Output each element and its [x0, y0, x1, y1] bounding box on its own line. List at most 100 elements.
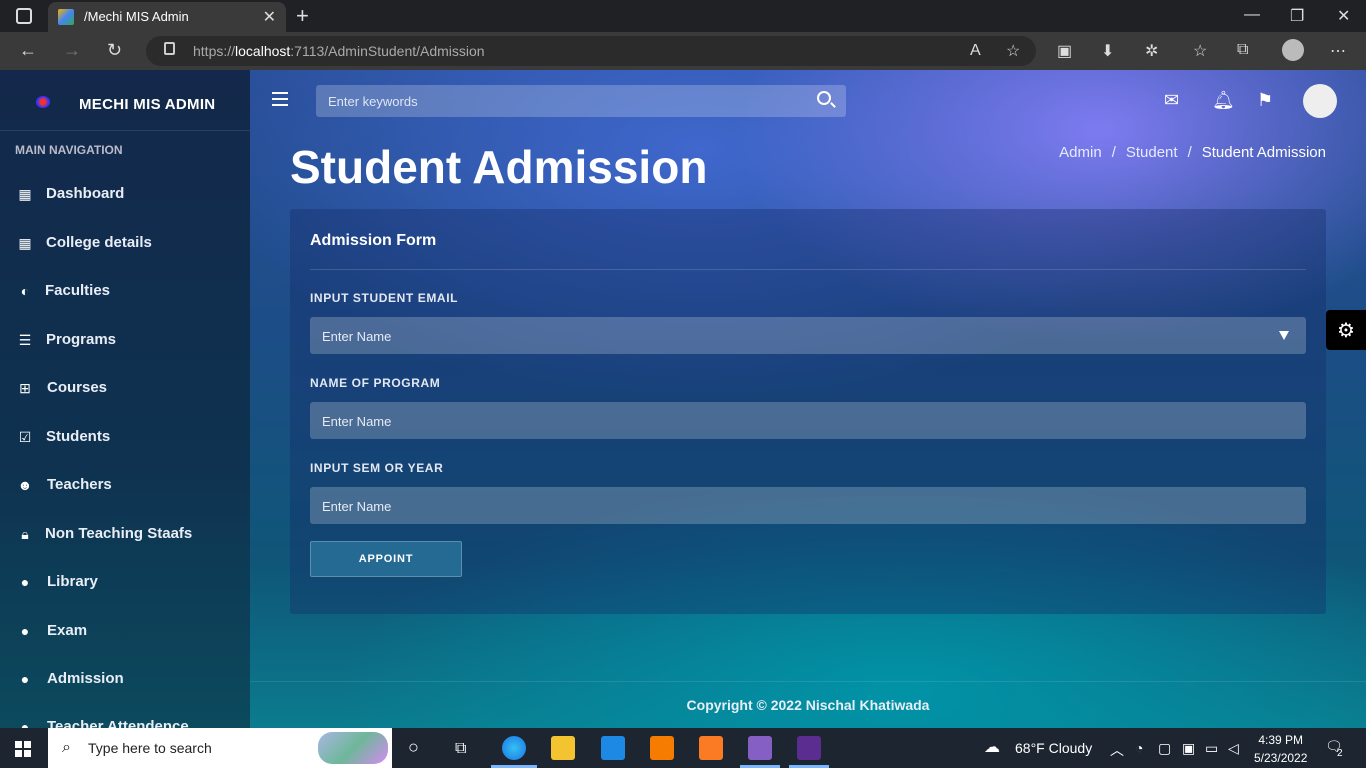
restore-icon[interactable]: ❐	[1290, 6, 1304, 26]
logo-icon	[36, 96, 50, 108]
date: 5/23/2022	[1254, 751, 1308, 765]
student-email-placeholder: Enter Name	[322, 329, 392, 344]
sidebar-item-label: Students	[46, 428, 111, 445]
sidebar-item-dashboard[interactable]: ▦ Dashboard	[0, 180, 250, 216]
more-menu-icon[interactable]: ⋯	[1330, 41, 1346, 61]
url-scheme: https://	[193, 43, 236, 59]
taskbar-search-input[interactable]: ⌕ Type here to search	[48, 728, 392, 768]
meet-icon[interactable]: ▢	[1158, 740, 1171, 757]
terminal-icon[interactable]	[797, 736, 821, 760]
sidebar: MECHI MIS ADMIN MAIN NAVIGATION ▦ Dashbo…	[0, 70, 250, 728]
program-name-input[interactable]: Enter Name	[310, 402, 1306, 439]
xampp-icon[interactable]	[699, 736, 723, 760]
sidebar-item-teachers[interactable]: ☻ Teachers	[0, 471, 250, 507]
sidebar-item-label: Exam	[47, 622, 88, 639]
sidebar-item-label: Teachers	[47, 476, 112, 493]
chevron-up-icon[interactable]: ︿	[1110, 740, 1124, 760]
sidebar-item-college-details[interactable]: ▦ College details	[0, 229, 250, 265]
weather-text[interactable]: 68°F Cloudy	[1015, 740, 1092, 756]
favorite-star-icon[interactable]: ☆	[1006, 41, 1020, 61]
divider	[310, 269, 1306, 270]
sidebar-item-label: Faculties	[45, 282, 111, 299]
sidebar-item-faculties[interactable]: ◐ Faculties	[0, 277, 250, 313]
download-icon[interactable]: ⬇	[1101, 41, 1114, 61]
cortana-icon[interactable]: ○	[408, 737, 419, 758]
search-icon: ⌕	[62, 739, 71, 756]
extension-icon[interactable]: ▣	[1057, 41, 1072, 61]
app-viewport: MECHI MIS ADMIN MAIN NAVIGATION ▦ Dashbo…	[0, 70, 1366, 728]
url-field[interactable]: https://localhost:7113/AdminStudent/Admi…	[146, 36, 1036, 66]
volume-icon[interactable]: ◁	[1228, 740, 1239, 757]
program-name-placeholder: Enter Name	[322, 414, 392, 429]
menu-toggle-icon[interactable]	[272, 92, 288, 106]
taskbar: ⌕ Type here to search ○ ⧉ ☁ 68°F Cloudy …	[0, 728, 1366, 768]
appoint-button[interactable]: APPOINT	[310, 541, 462, 577]
minimize-icon[interactable]: —	[1244, 6, 1260, 24]
address-bar-row: ← → ↻ https://localhost:7113/AdminStuden…	[0, 32, 1366, 70]
browser-tab[interactable]: /Mechi MIS Admin ✕	[48, 2, 286, 32]
sidebar-item-library[interactable]: ● Library	[0, 568, 250, 604]
notification-count: 2	[1337, 748, 1343, 759]
sidebar-item-students[interactable]: ☑ Students	[0, 423, 250, 459]
sidebar-item-teacher-attendence[interactable]: ● Teacher Attendence	[0, 713, 250, 728]
close-window-icon[interactable]: ✕	[1337, 6, 1350, 26]
time: 4:39 PM	[1258, 733, 1304, 747]
user-avatar[interactable]	[1303, 84, 1337, 118]
admission-form-card: Admission Form INPUT STUDENT EMAIL Enter…	[290, 209, 1326, 614]
sidebar-item-programs[interactable]: ☰ Programs	[0, 326, 250, 362]
extensions-puzzle-icon[interactable]: ✲	[1145, 41, 1158, 61]
sidebar-item-label: Library	[47, 573, 98, 590]
form-title: Admission Form	[310, 232, 437, 249]
flag-icon[interactable]: ⚑	[1257, 90, 1273, 111]
user-icon: ●	[20, 623, 30, 639]
search-placeholder: Enter keywords	[328, 94, 418, 109]
cloud-icon: ☁	[984, 739, 1000, 756]
url-host: localhost	[235, 43, 291, 59]
search-icon[interactable]	[817, 91, 831, 105]
calendar-check-icon: ☑	[18, 429, 32, 445]
refresh-icon[interactable]: ↻	[107, 40, 122, 61]
browser-tab-bar: /Mechi MIS Admin ✕ + — ❐ ✕	[0, 0, 1366, 32]
sem-year-input[interactable]: Enter Name	[310, 487, 1306, 524]
settings-fab[interactable]: ⚙	[1326, 310, 1366, 350]
file-explorer-icon[interactable]	[551, 736, 575, 760]
collections-icon[interactable]: ⧉	[1237, 41, 1248, 59]
breadcrumb-current: Student Admission	[1201, 144, 1326, 161]
user-icon: ●	[20, 574, 30, 590]
mail-app-icon[interactable]	[601, 736, 625, 760]
read-aloud-icon[interactable]: A	[970, 42, 981, 60]
sublime-text-icon[interactable]	[650, 736, 674, 760]
close-tab-icon[interactable]: ✕	[263, 7, 276, 27]
breadcrumb: Admin / Student / Student Admission	[1059, 144, 1326, 161]
mail-icon[interactable]: ✉	[1164, 90, 1179, 111]
sidebar-item-label: Non Teaching Staafs	[45, 525, 193, 542]
visual-studio-icon[interactable]	[748, 736, 772, 760]
breadcrumb-admin[interactable]: Admin	[1059, 144, 1102, 161]
forward-icon[interactable]: →	[63, 40, 81, 61]
profile-avatar[interactable]	[1282, 39, 1304, 61]
task-view-icon[interactable]: ⧉	[455, 740, 466, 758]
favorites-icon[interactable]: ☆	[1193, 41, 1207, 61]
nav-section-header: MAIN NAVIGATION	[15, 143, 123, 157]
dashboard-icon: ▦	[18, 235, 32, 251]
back-icon[interactable]: ←	[19, 40, 37, 61]
battery-icon[interactable]: ▭	[1205, 740, 1218, 757]
windows-start-icon[interactable]	[15, 741, 31, 757]
onedrive-icon[interactable]: ▣	[1182, 740, 1195, 757]
new-tab-icon[interactable]: +	[296, 3, 309, 29]
sidebar-item-admission[interactable]: ● Admission	[0, 665, 250, 701]
student-email-select[interactable]: Enter Name	[310, 317, 1306, 354]
sidebar-item-exam[interactable]: ● Exam	[0, 617, 250, 653]
tab-actions-icon[interactable]	[16, 8, 32, 24]
face-icon: ☻	[17, 477, 33, 493]
taskbar-search-placeholder: Type here to search	[88, 740, 212, 756]
brand[interactable]: MECHI MIS ADMIN	[0, 70, 250, 131]
search-input[interactable]: Enter keywords	[316, 85, 846, 117]
sidebar-item-courses[interactable]: ⊞ Courses	[0, 374, 250, 410]
clock[interactable]: 4:39 PM 5/23/2022	[1254, 731, 1307, 767]
edge-app-icon[interactable]	[502, 736, 526, 760]
sidebar-item-non-teaching-staffs[interactable]: 🔒︎ Non Teaching Staafs	[0, 520, 250, 556]
network-icon[interactable]: ◔	[1135, 740, 1143, 756]
breadcrumb-student[interactable]: Student	[1126, 144, 1178, 161]
bell-icon[interactable]: 🔔︎	[1212, 90, 1235, 111]
